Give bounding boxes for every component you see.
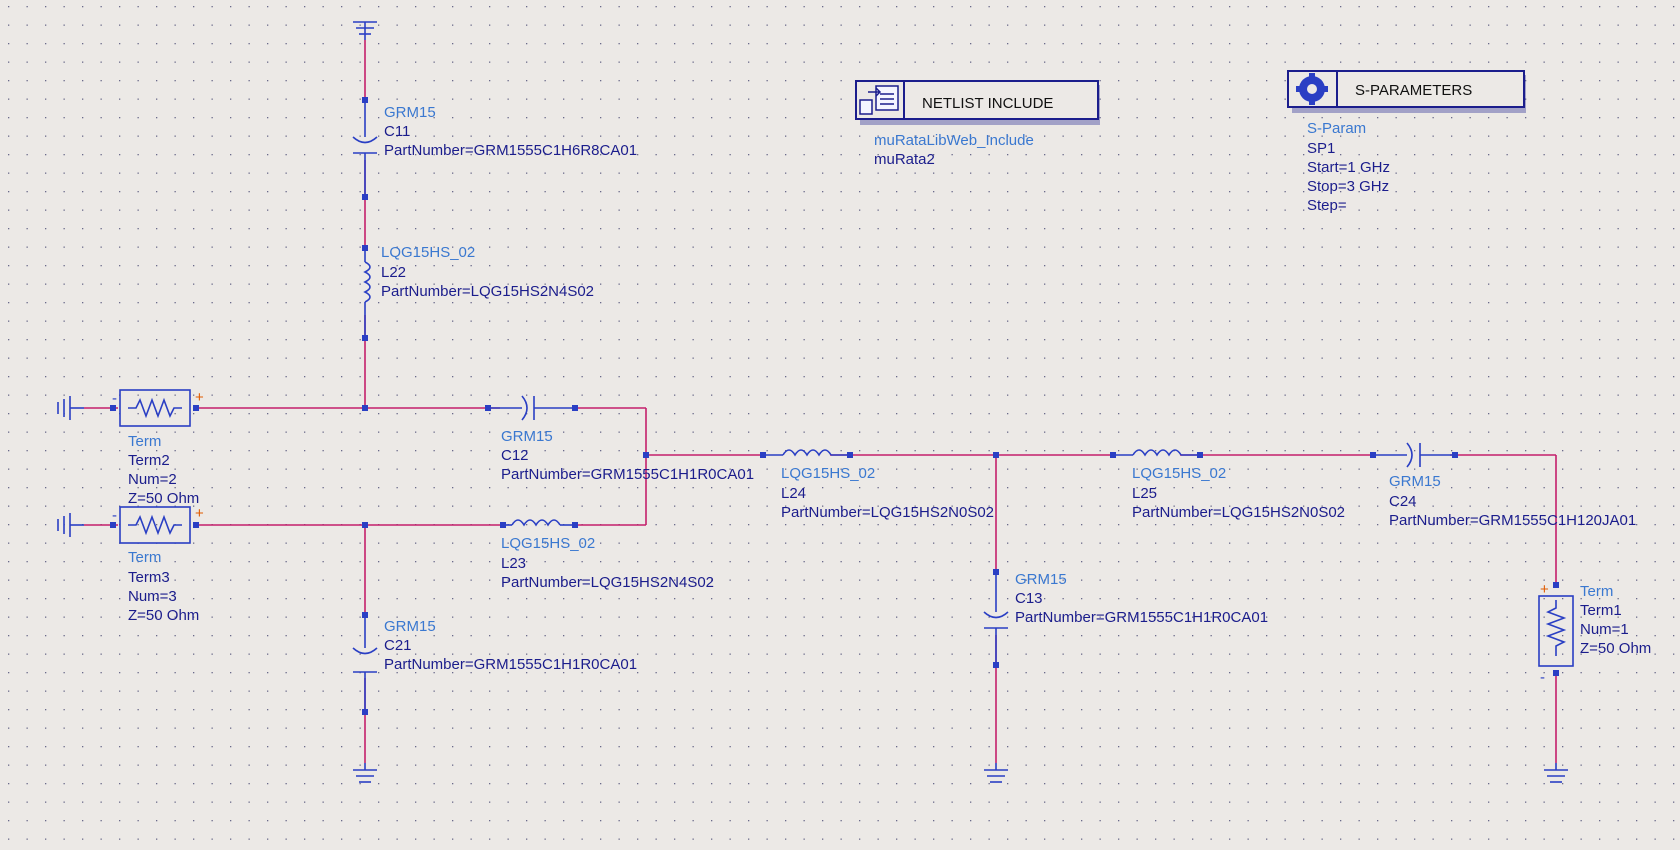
s-param-start: Start=1 GHz (1307, 159, 1390, 176)
svg-text:+: + (195, 505, 204, 522)
term1-name: Term1 (1580, 602, 1622, 619)
term3-name: Term3 (128, 569, 170, 586)
term1-impedance: Z=50 Ohm (1580, 640, 1651, 657)
svg-text:-: - (112, 507, 117, 524)
l23-name: L23 (501, 555, 526, 572)
c11-partnumber: PartNumber=GRM1555C1H6R8CA01 (384, 142, 637, 159)
c13-model: GRM15 (1015, 571, 1067, 588)
c24-name: C24 (1389, 493, 1417, 510)
schematic-canvas[interactable]: + - Term Term2 Num=2 Z=50 Ohm + - Term T… (0, 0, 1680, 850)
term2-name: Term2 (128, 452, 170, 469)
term3-impedance: Z=50 Ohm (128, 607, 199, 624)
c21-name: C21 (384, 637, 412, 654)
l22-model: LQG15HS_02 (381, 244, 475, 261)
l24-model: LQG15HS_02 (781, 465, 875, 482)
s-param-name: SP1 (1307, 140, 1335, 157)
l23-model: LQG15HS_02 (501, 535, 595, 552)
c12-name: C12 (501, 447, 529, 464)
l24-name: L24 (781, 485, 806, 502)
term2-num: Num=2 (128, 471, 177, 488)
c11-model: GRM15 (384, 104, 436, 121)
term3-type: Term (128, 549, 161, 566)
c13-name: C13 (1015, 590, 1043, 607)
c21-partnumber: PartNumber=GRM1555C1H1R0CA01 (384, 656, 637, 673)
l25-partnumber: PartNumber=LQG15HS2N0S02 (1132, 504, 1345, 521)
svg-text:-: - (1540, 669, 1545, 686)
c12-model: GRM15 (501, 428, 553, 445)
c24-partnumber: PartNumber=GRM1555C1H120JA01 (1389, 512, 1636, 529)
netlist-include-name: muRata2 (874, 151, 935, 168)
l22-partnumber: PartNumber=LQG15HS2N4S02 (381, 283, 594, 300)
term1-num: Num=1 (1580, 621, 1629, 638)
l22-name: L22 (381, 264, 406, 281)
netlist-include-title: NETLIST INCLUDE (922, 95, 1053, 112)
netlist-include-block[interactable]: NETLIST INCLUDE (855, 80, 1100, 125)
l23-partnumber: PartNumber=LQG15HS2N4S02 (501, 574, 714, 591)
grid-background (0, 0, 1680, 850)
c24-model: GRM15 (1389, 473, 1441, 490)
s-parameters-block[interactable]: S-PARAMETERS (1287, 70, 1526, 113)
netlist-include-lib: muRataLibWeb_Include (874, 132, 1034, 149)
term1-type: Term (1580, 583, 1613, 600)
l24-partnumber: PartNumber=LQG15HS2N0S02 (781, 504, 994, 521)
c13-partnumber: PartNumber=GRM1555C1H1R0CA01 (1015, 609, 1268, 626)
svg-text:+: + (1540, 581, 1549, 598)
term2-impedance: Z=50 Ohm (128, 490, 199, 507)
s-parameters-title: S-PARAMETERS (1355, 82, 1472, 99)
term2-type: Term (128, 433, 161, 450)
term3-num: Num=3 (128, 588, 177, 605)
svg-text:+: + (195, 389, 204, 406)
l25-model: LQG15HS_02 (1132, 465, 1226, 482)
c21-model: GRM15 (384, 618, 436, 635)
l25-name: L25 (1132, 485, 1157, 502)
c12-partnumber: PartNumber=GRM1555C1H1R0CA01 (501, 466, 754, 483)
c11-name: C11 (384, 123, 410, 140)
svg-text:-: - (112, 390, 117, 407)
s-param-step: Step= (1307, 197, 1347, 214)
s-param-stop: Stop=3 GHz (1307, 178, 1389, 195)
s-param-type: S-Param (1307, 120, 1366, 137)
